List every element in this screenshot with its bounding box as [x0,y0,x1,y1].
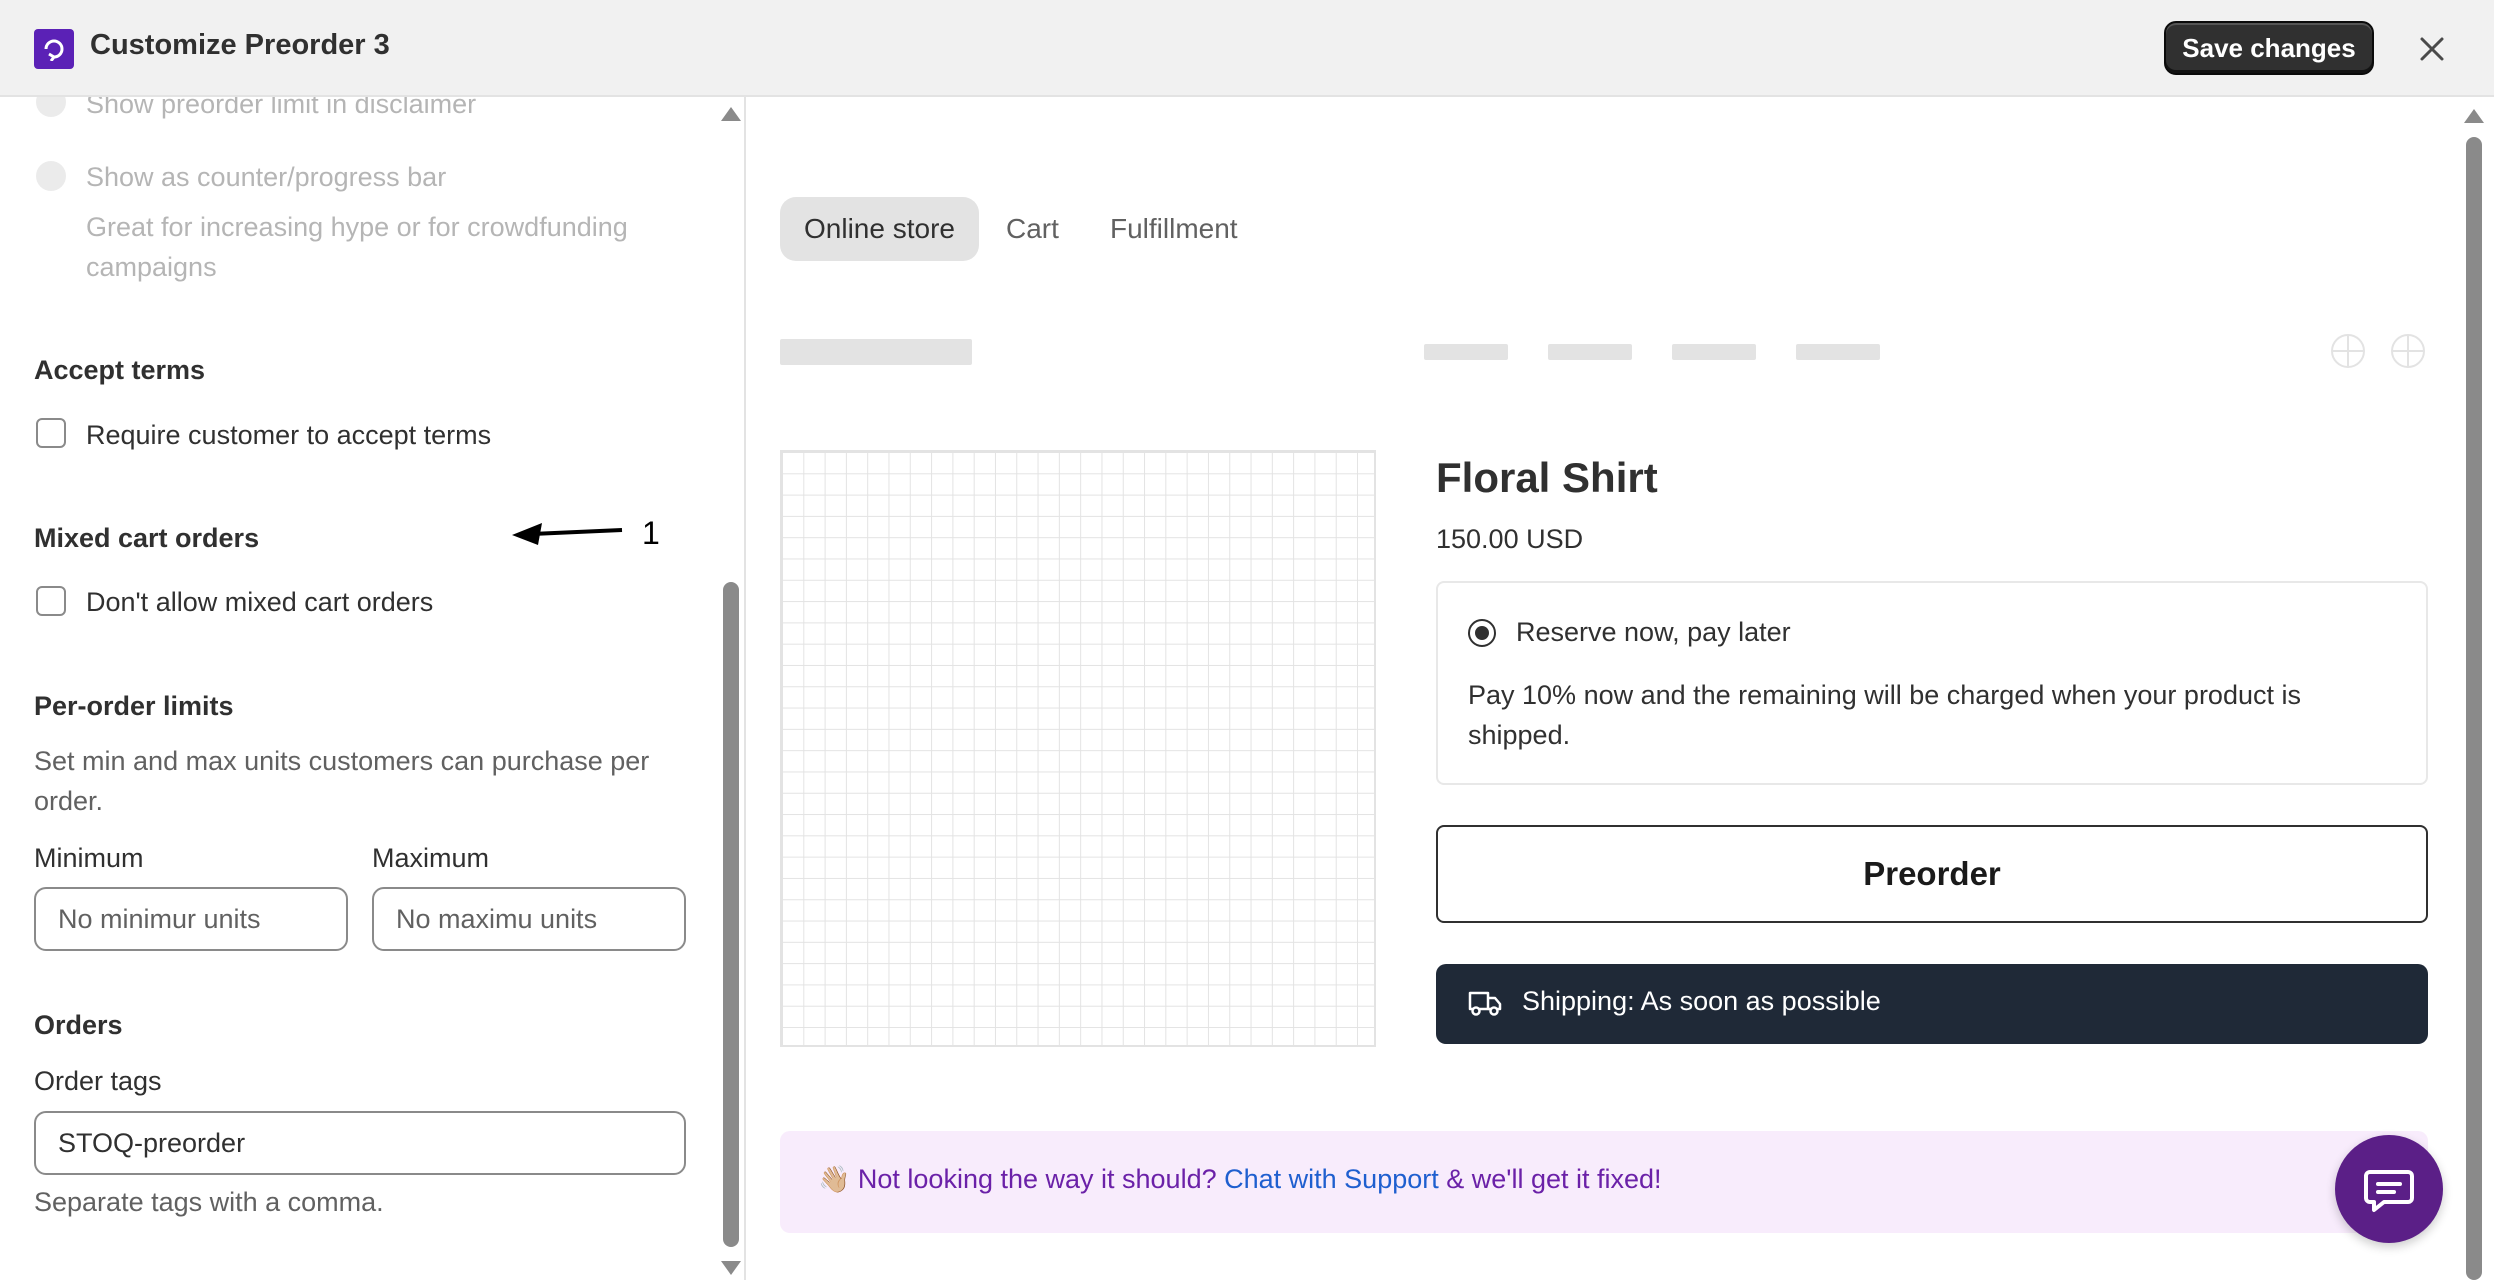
preview-scrollbar-thumb[interactable] [2466,137,2482,1280]
nav-skeleton-2 [1548,344,1632,360]
reserve-option-label: Reserve now, pay later [1516,617,1791,647]
accept-terms-label: Require customer to accept terms [86,420,492,450]
nav-skeleton-1 [1424,344,1508,360]
mixed-cart-label: Don't allow mixed cart orders [86,587,434,617]
limit-disclaimer-radio[interactable] [36,97,66,117]
close-icon[interactable] [2412,29,2452,69]
chat-support-button[interactable] [2335,1135,2443,1243]
support-text: 👋🏼 Not looking the way it should? Chat w… [818,1164,1662,1195]
product-image-placeholder [780,450,1376,1047]
orders-title: Orders [34,1010,123,1040]
tab-cart[interactable]: Cart [982,197,1083,261]
shipping-banner: Shipping: As soon as possible [1436,964,2428,1044]
modal-title: Customize Preorder 3 [90,29,390,61]
product-title: Floral Shirt [1436,454,1658,501]
counter-radio[interactable] [36,161,66,191]
accept-terms-checkbox[interactable] [36,418,66,448]
save-changes-button[interactable]: Save changes [2164,21,2374,75]
product-price: 150.00 USD [1436,524,1584,554]
chat-icon [2364,1170,2414,1212]
mixed-cart-checkbox[interactable] [36,586,66,616]
truck-icon [1468,991,1502,1016]
order-tags-input[interactable]: STOQ-preorder [34,1111,686,1175]
modal-header: Customize Preorder 3 Save changes [0,0,2494,97]
wave-emoji-icon: 👋🏼 [818,1164,851,1194]
counter-label: Show as counter/progress bar [86,162,447,192]
limit-disclaimer-label: Show preorder limit in disclaimer [86,97,477,119]
preview-scroll-up-arrow[interactable] [2464,109,2484,123]
maximum-label: Maximum [372,843,490,873]
reserve-option-radio[interactable] [1468,619,1496,647]
tab-fulfillment[interactable]: Fulfillment [1086,197,1262,261]
maximum-input[interactable]: No maximu units [372,887,686,951]
nav-skeleton-4 [1796,344,1880,360]
chat-support-link[interactable]: Chat with Support [1224,1164,1439,1194]
minimum-input[interactable]: No minimur units [34,887,348,951]
cart-outline-icon [2391,334,2425,368]
preview-panel: Online store Cart Fulfillment Floral Shi… [746,97,2494,1280]
order-tags-label: Order tags [34,1066,162,1096]
counter-help-text: Great for increasing hype or for crowdfu… [86,212,628,282]
scroll-up-arrow[interactable] [721,107,741,121]
store-logo-skeleton [780,339,972,365]
support-banner: 👋🏼 Not looking the way it should? Chat w… [780,1131,2428,1233]
globe-icon [2331,334,2365,368]
arrow-annotation-icon [512,523,623,545]
support-prefix: Not looking the way it should? [857,1164,1217,1194]
annotation-number: 1 [642,515,660,551]
mixed-cart-title: Mixed cart orders [34,523,260,553]
settings-scrollbar-thumb[interactable] [723,582,739,1247]
shipping-text: Shipping: As soon as possible [1522,986,1881,1016]
app-logo-icon [34,29,74,69]
minimum-label: Minimum [34,843,144,873]
scroll-down-arrow[interactable] [721,1261,741,1275]
accept-terms-title: Accept terms [34,355,206,385]
order-tags-help: Separate tags with a comma. [34,1187,384,1217]
tab-online-store[interactable]: Online store [780,197,979,261]
per-order-limits-description: Set min and max units customers can purc… [34,746,650,816]
nav-skeleton-3 [1672,344,1756,360]
settings-panel: Show preorder limit in disclaimer Show a… [0,97,746,1280]
reserve-option-card[interactable]: Reserve now, pay later Pay 10% now and t… [1436,581,2428,785]
preorder-button[interactable]: Preorder [1436,825,2428,923]
support-suffix: & we'll get it fixed! [1446,1164,1662,1194]
per-order-limits-title: Per-order limits [34,691,234,721]
reserve-option-description: Pay 10% now and the remaining will be ch… [1468,680,2301,750]
